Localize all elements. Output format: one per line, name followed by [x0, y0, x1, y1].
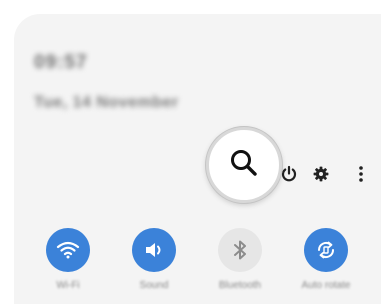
- more-options-icon[interactable]: [348, 161, 374, 187]
- auto-rotate-icon: [304, 228, 348, 272]
- tile-bluetooth[interactable]: Bluetooth: [204, 224, 276, 304]
- tile-label-sound: Sound: [139, 280, 169, 291]
- tile-sound[interactable]: Sound: [118, 224, 190, 304]
- quick-panel: 09:57 Tue, 14 November Wi-Fi Sound Bluet…: [14, 14, 381, 304]
- search-icon: [228, 147, 260, 184]
- tile-label-wifi: Wi-Fi: [56, 280, 80, 291]
- tile-wifi[interactable]: Wi-Fi: [32, 224, 104, 304]
- date-text: Tue, 14 November: [34, 94, 179, 111]
- gear-icon[interactable]: [308, 161, 334, 187]
- tile-auto-rotate[interactable]: Auto rotate: [290, 224, 362, 304]
- bluetooth-icon: [218, 228, 262, 272]
- sound-icon: [132, 228, 176, 272]
- tile-label-bluetooth: Bluetooth: [218, 280, 262, 291]
- search-button[interactable]: [206, 127, 282, 203]
- tile-label-auto-rotate: Auto rotate: [301, 280, 351, 291]
- clock-text: 09:57: [34, 52, 88, 73]
- wifi-icon: [46, 228, 90, 272]
